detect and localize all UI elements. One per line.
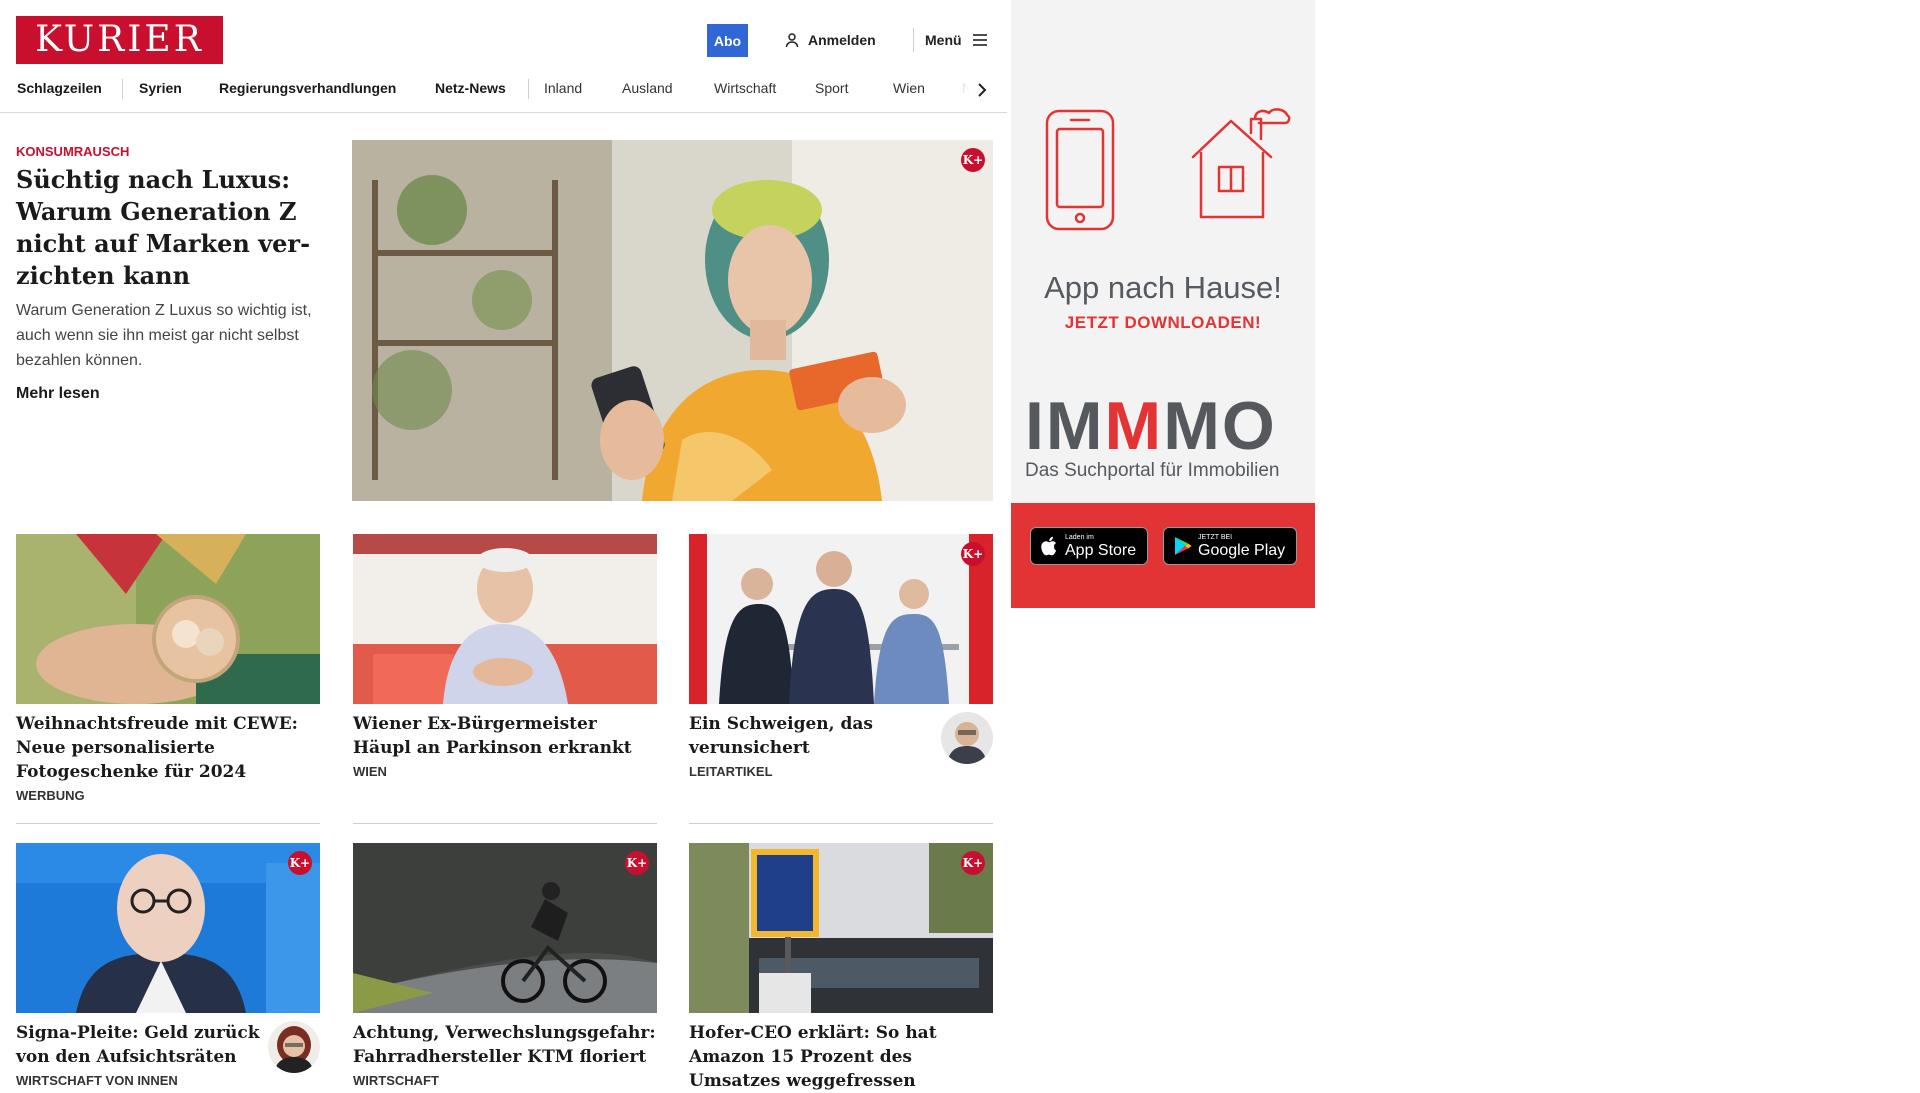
author-avatar (941, 712, 993, 764)
login-button[interactable]: Anmelden (784, 28, 876, 52)
immmo-logo: IMMMO (1025, 392, 1277, 460)
article-card[interactable]: K+ Achtung, Verwechslungsgefahr: Fahrrad… (353, 843, 657, 1088)
immmo-logo-part: IM (1025, 388, 1105, 464)
article-image[interactable]: K+ (689, 534, 993, 704)
apple-icon (1041, 536, 1057, 556)
article-category: Leitartikel (689, 764, 773, 779)
site-header: KURIER Abo Anmelden Menü Schlagzeilen Sy… (0, 0, 1007, 113)
nav-item-sport[interactable]: Sport (815, 80, 848, 96)
phone-house-illustration (1045, 108, 1291, 231)
premium-badge: K+ (961, 851, 985, 875)
hamburger-icon (972, 34, 987, 46)
google-play-icon (1175, 537, 1192, 555)
article-image[interactable] (16, 534, 320, 704)
nav-divider (528, 79, 529, 99)
ad-headline: App nach Hause! (1044, 270, 1282, 305)
kurier-logo[interactable]: KURIER (16, 16, 223, 64)
article-category: Wien (353, 764, 387, 779)
article-image[interactable]: K+ (16, 843, 320, 1013)
article-title[interactable]: Wiener Ex-Bürgermeister Häupl an Parkins… (353, 712, 657, 760)
article-card[interactable]: Weihnachtsfreude mit CEWE: Neue personal… (16, 534, 320, 803)
article-card[interactable]: K+ Signa-Pleite: Geld zurück von den Auf… (16, 843, 320, 1088)
article-photo (689, 534, 993, 704)
nav-item-wirtschaft[interactable]: Wirtschaft (714, 80, 776, 96)
article-title[interactable]: Weihnachtsfreude mit CEWE: Neue personal… (16, 712, 320, 784)
google-play-label: Google Play (1198, 541, 1286, 559)
nav-item-netz-news[interactable]: Netz-News (435, 80, 506, 96)
app-ad-banner[interactable]: App nach Hause! JETZT DOWNLOADEN! IMMMO … (1011, 0, 1315, 608)
card-divider (16, 823, 320, 824)
author-photo (941, 712, 993, 764)
ad-download-band: Laden im App Store JETZT BEI Google Play (1011, 503, 1315, 608)
card-divider (353, 823, 657, 824)
hero-teaser: Warum Generation Z Luxus so wichtig ist,… (16, 302, 312, 369)
author-photo (268, 1021, 320, 1073)
nav-item-schlagzeilen[interactable]: Schlagzeilen (17, 80, 102, 96)
author-avatar (268, 1021, 320, 1073)
premium-badge: K+ (961, 542, 985, 566)
nav-item-regierungsverhandlungen[interactable]: Regierungsverhandlungen (219, 80, 396, 96)
premium-badge: K+ (961, 148, 985, 172)
chevron-right-icon (978, 83, 987, 97)
app-store-button[interactable]: Laden im App Store (1030, 527, 1148, 565)
premium-badge: K+ (625, 851, 649, 875)
google-play-small-text: JETZT BEI (1198, 533, 1233, 541)
premium-badge-text: K+ (962, 547, 984, 561)
ad-tagline: Das Suchportal für Immobilien (1025, 460, 1280, 481)
card-divider (689, 823, 993, 824)
user-icon (785, 33, 799, 48)
nav-item-wien[interactable]: Wien (893, 80, 925, 96)
header-divider (913, 28, 914, 52)
abo-button[interactable]: Abo (707, 24, 748, 57)
app-store-label: App Store (1065, 541, 1137, 559)
article-category: Wirtschaft von innen (16, 1073, 178, 1088)
article-image[interactable]: K+ (689, 843, 993, 1013)
article-image[interactable] (353, 534, 657, 704)
article-title[interactable]: Achtung, Verwechslungsgefahr: Fahrradher… (353, 1021, 657, 1069)
article-photo (16, 843, 320, 1013)
immmo-logo-part: M (1104, 388, 1164, 464)
article-photo (353, 843, 657, 1013)
article-category: Werbung (16, 788, 85, 803)
hero-photo (352, 140, 993, 501)
nav-item-syrien[interactable]: Syrien (139, 80, 182, 96)
article-title[interactable]: Signa-Pleite: Geld zurück von den Aufsic… (16, 1021, 260, 1069)
menu-label: Menü (925, 32, 962, 48)
article-title[interactable]: Ein Schweigen, das verunsichert (689, 712, 933, 760)
read-more-link[interactable]: Mehr lesen (16, 385, 100, 403)
article-image[interactable]: K+ (353, 843, 657, 1013)
article-photo (353, 534, 657, 704)
page: KURIER Abo Anmelden Menü Schlagzeilen Sy… (0, 0, 1315, 1091)
premium-badge-text: K+ (289, 856, 311, 870)
hero-title[interactable]: Süchtig nach Luxus: Warum Generation Z n… (16, 164, 316, 292)
article-card[interactable]: K+ Hofer-CEO erklärt: So hat Amazon 15 P… (689, 843, 993, 1093)
login-label: Anmelden (808, 32, 876, 48)
ad-subline: JETZT DOWNLOADEN! (1064, 313, 1262, 332)
premium-badge-text: K+ (626, 856, 648, 870)
app-store-small-text: Laden im (1065, 533, 1094, 541)
google-play-button[interactable]: JETZT BEI Google Play (1163, 527, 1297, 565)
article-category: Wirtschaft (353, 1073, 439, 1088)
article-title[interactable]: Hofer-CEO erklärt: So hat Amazon 15 Proz… (689, 1021, 993, 1093)
hero-image[interactable]: K+ (352, 140, 993, 501)
article-photo (689, 843, 993, 1013)
article-card[interactable]: K+ Ein Schweigen, das verunsichert Leita… (689, 534, 993, 779)
nav-scroll-right-button[interactable] (972, 76, 989, 104)
menu-button[interactable]: Menü (925, 28, 988, 52)
nav-divider (122, 79, 123, 99)
article-photo (16, 534, 320, 704)
premium-badge-text: K+ (962, 153, 984, 167)
premium-badge: K+ (288, 851, 312, 875)
article-card[interactable]: Wiener Ex-Bürgermeister Häupl an Parkins… (353, 534, 657, 779)
immmo-logo-part: MO (1163, 388, 1277, 464)
section-nav: Schlagzeilen Syrien Regierungsverhandlun… (17, 76, 989, 104)
hero-kicker: Konsumrausch (16, 144, 130, 159)
nav-item-ausland[interactable]: Ausland (622, 80, 673, 96)
nav-item-inland[interactable]: Inland (544, 80, 582, 96)
premium-badge-text: K+ (962, 856, 984, 870)
